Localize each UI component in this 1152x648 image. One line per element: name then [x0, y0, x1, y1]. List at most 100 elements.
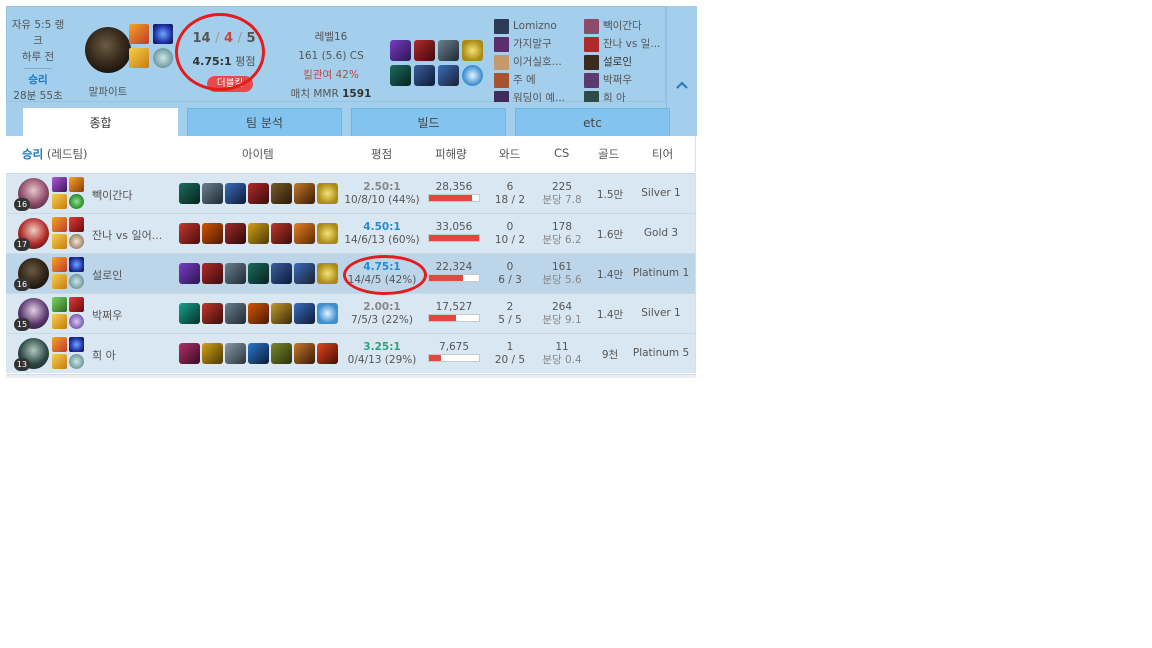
item-icon[interactable]: [271, 223, 292, 244]
flash-spell-icon: [129, 24, 149, 44]
item-icon[interactable]: [248, 343, 269, 364]
summoner-spell-icon: [69, 337, 84, 352]
row-items: [179, 183, 344, 206]
item-icon[interactable]: [179, 263, 200, 284]
cs-cell: 264 분당 9.1: [542, 301, 582, 326]
item-icon[interactable]: [294, 303, 315, 324]
table-row[interactable]: 16 빽이간다 2.50:1 10/8/10 (44%) 28,356 6 18 /…: [6, 173, 696, 213]
ward-cell: 6 18 / 2: [494, 181, 526, 206]
item-icon[interactable]: [390, 65, 411, 86]
item-icon[interactable]: [202, 263, 223, 284]
table-row[interactable]: 13 희 아 3.25:1 0/4/13 (29%) 7,675 1 20 / 5 …: [6, 333, 696, 373]
item-icon[interactable]: [294, 343, 315, 364]
row-items: [179, 343, 344, 366]
champion-icon: [494, 36, 509, 52]
participant[interactable]: 주 에: [494, 71, 584, 89]
row-items: [179, 223, 344, 246]
participant-self[interactable]: 설로인: [584, 53, 674, 71]
item-icon[interactable]: [225, 263, 246, 284]
item-icon[interactable]: [317, 303, 338, 324]
item-icon[interactable]: [225, 223, 246, 244]
gold-cell: 1.6만: [596, 229, 624, 241]
participant[interactable]: 빽이간다: [584, 17, 674, 35]
item-icon[interactable]: [248, 223, 269, 244]
item-icon[interactable]: [248, 263, 269, 284]
item-icon[interactable]: [317, 183, 338, 204]
expand-toggle[interactable]: [666, 6, 697, 136]
item-icon[interactable]: [438, 65, 459, 86]
participant[interactable]: 이거실호...: [494, 53, 584, 71]
item-icon[interactable]: [202, 343, 223, 364]
item-icon[interactable]: [414, 65, 435, 86]
summoner-spell-icon: [52, 177, 67, 192]
col-cs: CS: [554, 146, 570, 160]
chevron-up-icon[interactable]: [675, 78, 689, 92]
item-icon[interactable]: [271, 343, 292, 364]
tab-build[interactable]: 빌드: [351, 108, 506, 137]
player-name[interactable]: 박쩌우: [92, 307, 172, 323]
item-icon[interactable]: [271, 263, 292, 284]
item-icon[interactable]: [225, 343, 246, 364]
table-footer: [6, 374, 696, 378]
damage-bar-fill: [429, 315, 456, 321]
item-icon[interactable]: [462, 40, 483, 61]
player-name[interactable]: 희 아: [92, 347, 172, 363]
champion-name: 말파이트: [88, 86, 128, 98]
ward-item-icon[interactable]: [462, 65, 483, 86]
tab-overview[interactable]: 종합: [23, 108, 178, 137]
item-icon[interactable]: [179, 303, 200, 324]
damage-bar: [428, 194, 480, 202]
player-name[interactable]: 빽이간다: [92, 187, 172, 203]
participant[interactable]: 박쩌우: [584, 71, 674, 89]
player-name[interactable]: 설로인: [92, 267, 172, 283]
item-icon[interactable]: [294, 263, 315, 284]
participant[interactable]: 가지말구: [494, 35, 584, 53]
table-row[interactable]: 17 잔나 vs 일어... 4.50:1 14/6/13 (60%) 33,05…: [6, 213, 696, 253]
tab-etc[interactable]: etc: [515, 108, 670, 137]
col-gold: 골드: [598, 147, 620, 161]
item-icon[interactable]: [179, 223, 200, 244]
champion-portrait[interactable]: [85, 27, 131, 73]
summoner-spell-icon: [52, 217, 67, 232]
item-icon[interactable]: [294, 183, 315, 204]
item-icon[interactable]: [248, 303, 269, 324]
item-icon[interactable]: [202, 223, 223, 244]
tier-cell: Platinum 5: [632, 347, 690, 359]
champion-level-badge: 16: [14, 278, 30, 291]
item-icon[interactable]: [202, 303, 223, 324]
item-icon[interactable]: [179, 183, 200, 204]
tier-cell: Silver 1: [641, 307, 681, 319]
champion-icon: [494, 18, 509, 34]
damage-bar-fill: [429, 355, 441, 361]
item-icon[interactable]: [271, 183, 292, 204]
item-icon[interactable]: [414, 40, 435, 61]
damage-cell: 17,527: [426, 301, 482, 322]
col-tier: 티어: [652, 147, 674, 161]
item-icon[interactable]: [390, 40, 411, 61]
item-icon[interactable]: [225, 183, 246, 204]
participant[interactable]: Lomizno: [494, 17, 584, 35]
item-build: [390, 40, 488, 88]
item-icon[interactable]: [317, 343, 338, 364]
ward-cell: 25 / 5: [498, 301, 522, 326]
kda-cell: 2.50:1 10/8/10 (44%): [344, 181, 420, 206]
item-icon[interactable]: [317, 263, 338, 284]
game-info: 자유 5:5 랭크 하루 전 승리 28분 55초: [9, 17, 67, 104]
summoner-spell-icon: [69, 297, 84, 312]
item-icon[interactable]: [179, 343, 200, 364]
item-icon[interactable]: [294, 223, 315, 244]
tab-team-analysis[interactable]: 팀 분석: [187, 108, 342, 137]
item-icon[interactable]: [248, 183, 269, 204]
item-icon[interactable]: [438, 40, 459, 61]
rune-icon: [52, 314, 67, 329]
item-icon[interactable]: [317, 223, 338, 244]
table-row[interactable]: 15 박쩌우 2.00:1 7/5/3 (22%) 17,527 25 / 5 2…: [6, 293, 696, 333]
rune-icon: [52, 274, 67, 289]
item-icon[interactable]: [271, 303, 292, 324]
gold-cell: 1.4만: [596, 269, 624, 281]
item-icon[interactable]: [202, 183, 223, 204]
item-icon[interactable]: [225, 303, 246, 324]
champion-icon: [584, 18, 599, 34]
participant[interactable]: 잔나 vs 일...: [584, 35, 674, 53]
player-name[interactable]: 잔나 vs 일어...: [92, 227, 172, 243]
